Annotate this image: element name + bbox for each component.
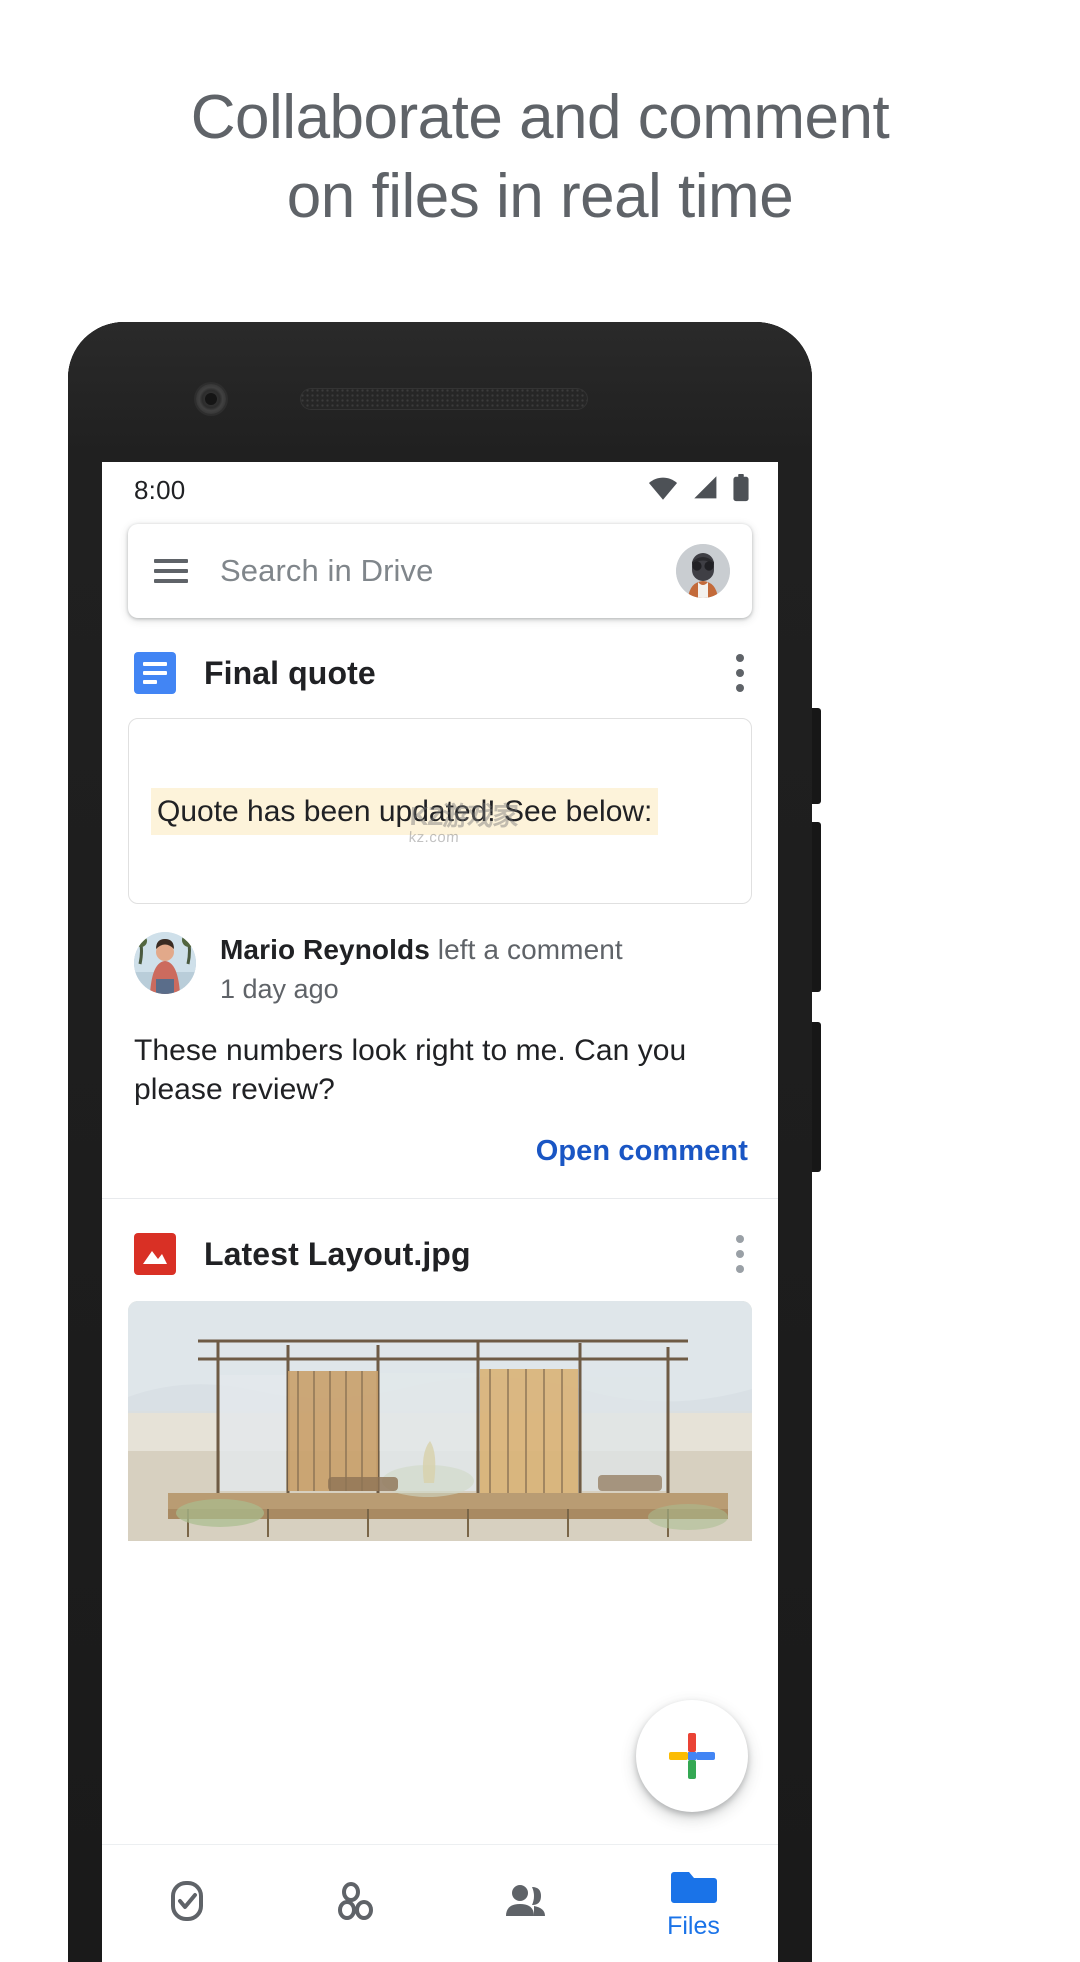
recent-dots-icon bbox=[337, 1881, 373, 1920]
google-docs-icon bbox=[134, 652, 176, 694]
files-folder-icon bbox=[670, 1872, 717, 1903]
doc-card: Final quote Quote has been updated! See … bbox=[102, 618, 778, 1198]
status-bar: 8:00 bbox=[102, 462, 778, 518]
comment-meta: Mario Reynolds left a comment 1 day ago bbox=[220, 932, 623, 1005]
comment-timestamp: 1 day ago bbox=[220, 974, 339, 1004]
mario-avatar bbox=[134, 932, 196, 994]
cellular-signal-icon bbox=[692, 475, 720, 506]
image-card: Latest Layout.jpg bbox=[102, 1199, 778, 1541]
bottom-navigation: Files bbox=[102, 1844, 778, 1962]
headline-line-2: on files in real time bbox=[286, 162, 794, 232]
comment-author: Mario Reynolds bbox=[220, 934, 430, 965]
phone-side-button-bottom bbox=[812, 1022, 821, 1172]
earpiece-speaker bbox=[300, 388, 588, 410]
doc-preview-text: Quote has been updated! See below: bbox=[151, 787, 659, 835]
status-time: 8:00 bbox=[134, 474, 186, 505]
search-bar[interactable]: Search in Drive bbox=[128, 524, 752, 618]
create-fab-button[interactable] bbox=[636, 1700, 748, 1812]
search-input[interactable]: Search in Drive bbox=[220, 553, 676, 589]
headline-line-1: Collaborate and comment bbox=[190, 83, 890, 152]
image-file-row[interactable]: Latest Layout.jpg bbox=[102, 1199, 778, 1293]
kebab-menu-icon[interactable] bbox=[730, 654, 750, 692]
phone-side-button-mid bbox=[812, 822, 821, 992]
nav-item-shared[interactable] bbox=[440, 1878, 609, 1930]
phone-side-button-top bbox=[812, 708, 821, 804]
phone-screen: 8:00 Search in Drive Final quote Quote h… bbox=[102, 462, 778, 1962]
image-file-icon bbox=[134, 1233, 176, 1275]
wifi-icon bbox=[646, 475, 680, 506]
page-headline: Collaborate and comment on files in real… bbox=[0, 0, 1080, 237]
front-camera-icon bbox=[196, 384, 226, 414]
nav-item-priority[interactable] bbox=[102, 1878, 271, 1930]
status-icons bbox=[646, 473, 750, 507]
nav-item-recent[interactable] bbox=[271, 1878, 440, 1930]
nav-label-files: Files bbox=[667, 1912, 720, 1940]
search-bar-container: Search in Drive bbox=[102, 518, 778, 618]
doc-title: Final quote bbox=[204, 654, 376, 691]
kebab-menu-icon[interactable] bbox=[730, 1235, 750, 1273]
battery-icon bbox=[732, 473, 750, 507]
comment-action-row: Open comment bbox=[102, 1109, 778, 1198]
avatar[interactable] bbox=[676, 544, 730, 598]
phone-mockup: 8:00 Search in Drive Final quote Quote h… bbox=[68, 322, 821, 1962]
doc-preview-card[interactable]: Quote has been updated! See below: KZ游戏家… bbox=[128, 718, 752, 904]
open-comment-link[interactable]: Open comment bbox=[536, 1135, 748, 1167]
nav-item-files[interactable]: Files bbox=[609, 1866, 778, 1941]
priority-check-icon bbox=[170, 1880, 203, 1921]
shared-people-icon bbox=[505, 1884, 545, 1916]
comment-action-text: left a comment bbox=[437, 934, 623, 965]
doc-file-row[interactable]: Final quote bbox=[102, 618, 778, 712]
image-preview-thumbnail[interactable] bbox=[128, 1301, 752, 1541]
google-plus-add-icon bbox=[669, 1733, 715, 1779]
hamburger-menu-icon[interactable] bbox=[154, 559, 188, 583]
comment-author-line: Mario Reynolds left a comment bbox=[220, 934, 623, 965]
comment-header: Mario Reynolds left a comment 1 day ago bbox=[102, 904, 778, 1005]
comment-body: These numbers look right to me. Can you … bbox=[134, 1034, 687, 1106]
image-title: Latest Layout.jpg bbox=[204, 1235, 471, 1272]
